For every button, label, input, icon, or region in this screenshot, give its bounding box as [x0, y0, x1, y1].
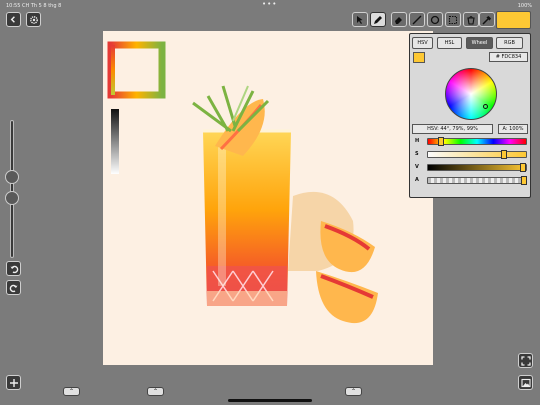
alpha-readout: A: 100%	[498, 124, 528, 134]
line-icon	[412, 15, 422, 24]
tab-rgb[interactable]: RGB	[496, 37, 523, 49]
tab-wheel[interactable]: Wheel	[466, 37, 493, 49]
undo-icon	[10, 265, 18, 273]
current-color-swatch[interactable]	[496, 11, 531, 29]
tab-hsl[interactable]: HSL	[437, 37, 462, 49]
plus-icon	[9, 378, 18, 387]
hsv-readout: HSV: 44°, 79%, 99%	[412, 124, 493, 134]
brush-size-knob[interactable]	[5, 170, 19, 184]
undo-button[interactable]	[6, 261, 21, 276]
select-tool[interactable]	[352, 12, 368, 27]
ellipse-tool[interactable]	[427, 12, 443, 27]
fill-tool[interactable]	[463, 12, 479, 27]
eyedropper-icon	[482, 15, 492, 25]
channel-handle-v[interactable]	[520, 163, 527, 172]
multitask-dots[interactable]: •••	[262, 0, 277, 8]
marquee-icon	[448, 15, 458, 24]
line-tool[interactable]	[409, 12, 425, 27]
redo-button[interactable]	[6, 280, 21, 295]
channel-label-h: H	[415, 138, 420, 144]
color-wheel[interactable]	[445, 68, 497, 120]
home-indicator[interactable]	[228, 399, 312, 402]
pencil-tool[interactable]	[370, 12, 386, 27]
fullscreen-button[interactable]	[518, 353, 533, 368]
redo-icon	[9, 284, 17, 292]
status-time: 10:55 CH Th 5 8 thg 8	[6, 3, 62, 9]
eyedropper-tool[interactable]	[479, 12, 495, 27]
fullscreen-icon	[520, 355, 531, 366]
channel-handle-a[interactable]	[521, 176, 527, 185]
back-button[interactable]	[6, 12, 21, 27]
hex-field[interactable]: # FDC834	[489, 52, 528, 62]
eraser-tool[interactable]	[391, 12, 407, 27]
channel-handle-h[interactable]	[438, 137, 445, 146]
bucket-icon	[467, 15, 475, 25]
bottom-tab-right[interactable]: ⌃	[345, 387, 362, 396]
add-button[interactable]	[6, 375, 21, 390]
bottom-tab-middle[interactable]: ⌃	[147, 387, 164, 396]
circle-icon	[430, 15, 440, 24]
channel-slider-v[interactable]	[427, 164, 527, 171]
status-bar: 10:55 CH Th 5 8 thg 8 ••• 100%	[0, 0, 540, 12]
channel-handle-s[interactable]	[501, 150, 508, 159]
channel-label-v: V	[415, 164, 419, 170]
channel-label-s: S	[415, 151, 419, 157]
gear-icon	[29, 15, 38, 24]
wheel-cursor[interactable]	[483, 104, 488, 109]
pixel-art-illustration	[107, 41, 378, 324]
brush-opacity-knob[interactable]	[5, 191, 19, 205]
channel-label-a: A	[415, 177, 419, 183]
back-arrow-icon	[10, 16, 15, 23]
gallery-button[interactable]	[518, 375, 533, 390]
tab-hsv[interactable]: HSV	[412, 37, 433, 49]
picker-preview-swatch	[413, 52, 425, 63]
settings-button[interactable]	[26, 12, 41, 27]
brush-size-slider[interactable]	[10, 120, 14, 258]
pencil-icon	[374, 15, 382, 24]
image-icon	[520, 378, 531, 387]
eraser-icon	[395, 16, 402, 24]
channel-slider-s[interactable]	[427, 151, 527, 158]
drawing-canvas[interactable]	[103, 31, 433, 365]
selection-tool[interactable]	[445, 12, 461, 27]
channel-slider-a[interactable]	[427, 177, 527, 184]
battery-text: 100%	[517, 3, 532, 9]
cursor-icon	[357, 15, 363, 24]
bottom-tab-left[interactable]: ⌃	[63, 387, 80, 396]
